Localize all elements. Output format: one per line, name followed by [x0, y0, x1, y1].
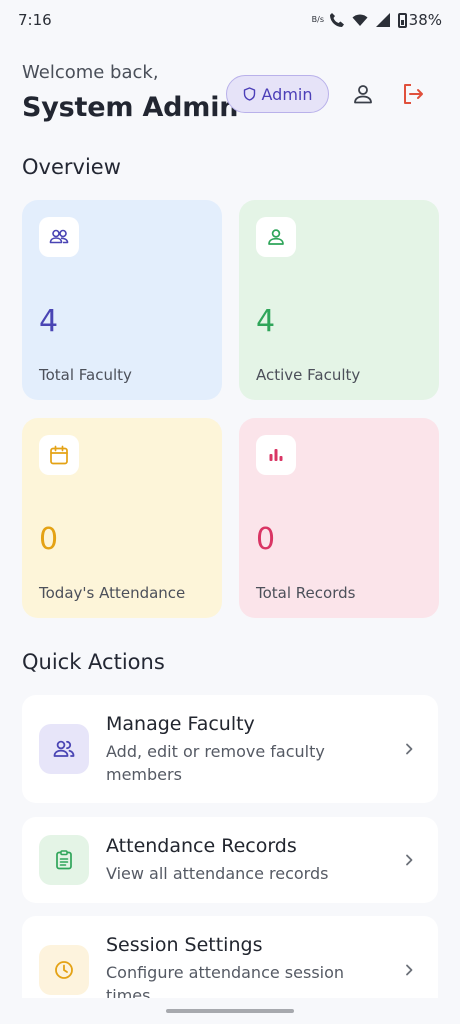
- clipboard-icon: [56, 850, 72, 870]
- stat-icon-box: [39, 217, 79, 257]
- action-icon-box: [39, 945, 89, 995]
- users-icon: [53, 740, 75, 757]
- stat-label: Total Faculty: [39, 366, 132, 384]
- user-icon: [268, 229, 284, 245]
- action-title: Attendance Records: [106, 835, 297, 857]
- header: Welcome back, System Admin Admin: [22, 60, 438, 130]
- clock-icon: [55, 961, 73, 979]
- bar-chart-icon: [269, 449, 283, 461]
- profile-button[interactable]: [349, 80, 377, 108]
- quick-actions-title: Quick Actions: [22, 650, 165, 674]
- overview-title: Overview: [22, 155, 121, 179]
- action-description: Configure attendance session times: [106, 963, 345, 998]
- stat-label: Active Faculty: [256, 366, 361, 384]
- stat-label: Total Records: [256, 584, 356, 602]
- users-icon: [49, 229, 69, 244]
- phone-call-icon: [329, 13, 344, 27]
- welcome-text: Welcome back,: [22, 62, 159, 83]
- calendar-icon: [50, 445, 68, 465]
- stat-value: 0: [256, 522, 276, 557]
- status-icons: B/s 38%: [312, 11, 442, 29]
- attendance-records-card[interactable]: Attendance Records View all attendance r…: [22, 817, 438, 903]
- role-badge-label: Admin: [261, 84, 313, 104]
- stat-value: 4: [39, 304, 59, 339]
- stat-card-active-faculty[interactable]: 4 Active Faculty: [239, 200, 439, 400]
- action-icon-box: [39, 724, 89, 774]
- network-speed-label: B/s: [311, 15, 325, 24]
- stat-card-total-records[interactable]: 0 Total Records: [239, 418, 439, 618]
- action-description: Add, edit or remove faculty members: [106, 742, 325, 784]
- signal-icon: [375, 13, 390, 27]
- action-title: Manage Faculty: [106, 713, 255, 735]
- chevron-right-icon: [406, 964, 413, 976]
- stat-icon-box: [256, 217, 296, 257]
- status-time: 7:16: [18, 11, 52, 29]
- stat-card-total-faculty[interactable]: 4 Total Faculty: [22, 200, 222, 400]
- stat-card-todays-attendance[interactable]: 0 Today's Attendance: [22, 418, 222, 618]
- battery-percent: 38%: [408, 11, 442, 29]
- user-icon: [354, 85, 372, 104]
- battery-icon: [397, 12, 407, 28]
- stat-value: 4: [256, 304, 276, 339]
- action-description: View all attendance records: [106, 864, 329, 883]
- wifi-icon: [352, 14, 368, 26]
- logout-icon: [404, 84, 423, 104]
- home-indicator[interactable]: [166, 1009, 294, 1013]
- stat-icon-box: [256, 435, 296, 475]
- manage-faculty-card[interactable]: Manage Faculty Add, edit or remove facul…: [22, 695, 438, 803]
- battery-indicator: 38%: [397, 11, 442, 29]
- chevron-right-icon: [406, 743, 413, 755]
- role-badge: Admin: [226, 75, 329, 113]
- logout-button[interactable]: [399, 80, 427, 108]
- chevron-right-icon: [406, 854, 413, 866]
- stat-label: Today's Attendance: [39, 584, 186, 602]
- stat-value: 0: [39, 522, 59, 557]
- page-title: System Admin: [22, 92, 239, 123]
- action-title: Session Settings: [106, 934, 263, 956]
- action-icon-box: [39, 835, 89, 885]
- stat-icon-box: [39, 435, 79, 475]
- status-bar: 7:16 B/s 38%: [0, 0, 460, 40]
- shield-icon: [243, 87, 255, 101]
- session-settings-card[interactable]: Session Settings Configure attendance se…: [22, 916, 438, 998]
